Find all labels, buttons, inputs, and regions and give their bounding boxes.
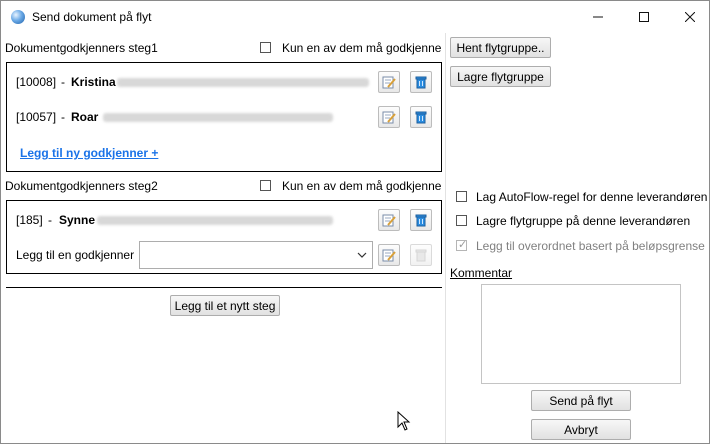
edit-approver-button[interactable] bbox=[378, 209, 400, 231]
fetch-group-button[interactable]: Hent flytgruppe.. bbox=[450, 37, 551, 58]
step2-panel: [185] - Synne Legg til en godkjenner bbox=[6, 200, 442, 274]
edit-approver-button[interactable] bbox=[378, 244, 400, 266]
approver-select[interactable] bbox=[139, 241, 373, 269]
add-approver-link[interactable]: Legg til ny godkjenner + bbox=[20, 146, 158, 160]
step1-only-one-checkbox[interactable] bbox=[260, 42, 271, 53]
add-superior-label: Legg til overordnet basert på beløpsgren… bbox=[476, 239, 705, 253]
dialog-window: Send dokument på flyt Dokumentgodkjenner… bbox=[0, 0, 710, 444]
edit-icon bbox=[382, 249, 396, 262]
step1-panel: [10008] - Kristina [10057] - Roar Legg t… bbox=[6, 62, 442, 172]
edit-approver-button[interactable] bbox=[378, 106, 400, 128]
add-superior-checkbox[interactable]: ✓ bbox=[456, 239, 468, 251]
add-approver-label: Legg til en godkjenner bbox=[16, 248, 135, 262]
edit-icon bbox=[382, 111, 396, 124]
maximize-icon bbox=[639, 12, 649, 22]
autoflow-rule-checkbox[interactable] bbox=[456, 191, 467, 202]
approver-name: Roar bbox=[71, 110, 99, 124]
redacted-details bbox=[117, 78, 369, 87]
approver-separator: - bbox=[48, 213, 52, 227]
close-button[interactable] bbox=[667, 1, 710, 33]
step2-only-one-checkbox[interactable] bbox=[260, 180, 271, 191]
approver-separator: - bbox=[61, 110, 65, 124]
window-title: Send dokument på flyt bbox=[32, 10, 152, 24]
minimize-button[interactable] bbox=[575, 1, 621, 33]
approver-name: Kristina bbox=[71, 75, 116, 89]
approver-name: Synne bbox=[59, 213, 96, 227]
step1-heading: Dokumentgodkjenners steg1 bbox=[5, 41, 158, 55]
redacted-details bbox=[97, 216, 333, 225]
approver-id: [185] bbox=[16, 213, 43, 227]
comment-label: Kommentar bbox=[450, 266, 513, 280]
title-bar: Send dokument på flyt bbox=[1, 1, 709, 33]
maximize-button[interactable] bbox=[621, 1, 667, 33]
trash-icon bbox=[415, 214, 427, 227]
delete-approver-button-disabled[interactable] bbox=[410, 244, 432, 266]
app-globe-icon bbox=[11, 10, 25, 24]
trash-icon bbox=[415, 249, 427, 262]
autoflow-rule-label: Lag AutoFlow-regel for denne leverandøre… bbox=[476, 190, 708, 204]
chevron-down-icon bbox=[357, 252, 367, 258]
approver-id: [10057] bbox=[16, 110, 57, 124]
minimize-icon bbox=[593, 16, 603, 18]
mouse-cursor-icon bbox=[397, 411, 411, 431]
delete-approver-button[interactable] bbox=[410, 209, 432, 231]
step1-only-one-label: Kun en av dem må godkjenne bbox=[282, 41, 442, 55]
edit-icon bbox=[382, 214, 396, 227]
step2-heading: Dokumentgodkjenners steg2 bbox=[5, 179, 158, 193]
approver-id: [10008] bbox=[16, 75, 57, 89]
checkmark-icon: ✓ bbox=[458, 239, 468, 251]
trash-icon bbox=[415, 76, 427, 89]
column-divider bbox=[445, 33, 446, 443]
delete-approver-button[interactable] bbox=[410, 106, 432, 128]
redacted-details bbox=[103, 113, 333, 122]
edit-icon bbox=[382, 76, 396, 89]
close-icon bbox=[685, 12, 695, 22]
send-button[interactable]: Send på flyt bbox=[531, 390, 631, 411]
cancel-button[interactable]: Avbryt bbox=[531, 419, 631, 440]
delete-approver-button[interactable] bbox=[410, 71, 432, 93]
steps-separator bbox=[6, 287, 442, 288]
step2-only-one-label: Kun en av dem må godkjenne bbox=[282, 179, 442, 193]
trash-icon bbox=[415, 111, 427, 124]
comment-textarea[interactable] bbox=[481, 284, 681, 384]
save-group-supplier-checkbox[interactable] bbox=[456, 215, 467, 226]
save-group-supplier-label: Lagre flytgruppe på denne leverandøren bbox=[476, 214, 691, 228]
approver-separator: - bbox=[61, 75, 65, 89]
save-group-button[interactable]: Lagre flytgruppe bbox=[450, 66, 551, 87]
edit-approver-button[interactable] bbox=[378, 71, 400, 93]
add-step-button[interactable]: Legg til et nytt steg bbox=[170, 295, 280, 316]
